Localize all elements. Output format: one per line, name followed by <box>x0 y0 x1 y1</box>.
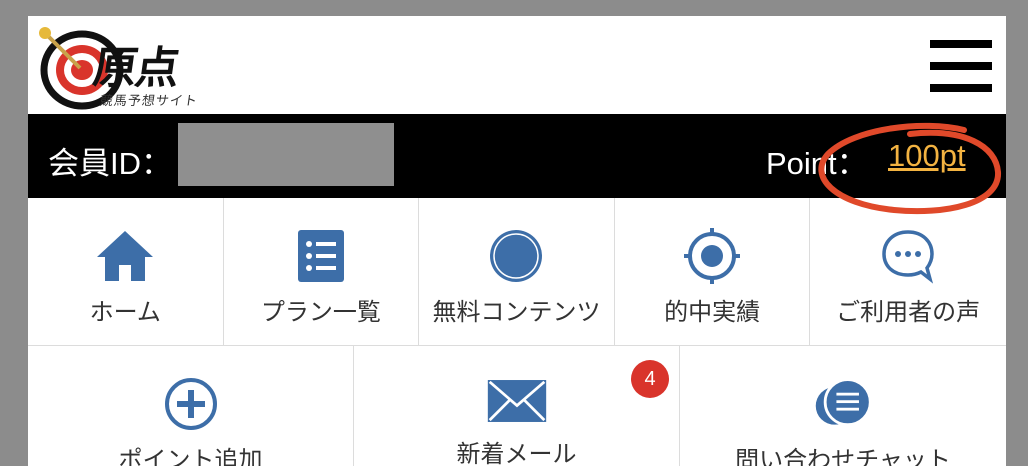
badge-circle-icon <box>485 228 547 284</box>
member-bar: 会員ID： Point： 100pt <box>28 114 1006 198</box>
nav-label: 無料コンテンツ <box>432 298 601 326</box>
nav-label: ご利用者の声 <box>836 298 981 326</box>
chat-bubble-icon <box>877 228 939 284</box>
point-value-link[interactable]: 100pt <box>888 138 966 174</box>
nav-item-free-content[interactable]: 無料コンテンツ <box>419 198 615 345</box>
mail-icon <box>486 376 548 426</box>
logo-text: 原点 <box>89 43 181 94</box>
unread-badge: 4 <box>631 360 669 398</box>
nav-label: ポイント追加 <box>118 446 263 466</box>
nav-row-primary: ホーム プラン一覧 無料コンテンツ 的中実績 ご利用者の声 <box>28 198 1006 346</box>
nav-item-testimonials[interactable]: ご利用者の声 <box>810 198 1006 345</box>
chat-lines-icon <box>812 376 874 432</box>
target-icon <box>681 228 743 284</box>
nav-row-secondary: ポイント追加 4 新着メール 問い合わせチャット <box>28 346 1006 466</box>
app-frame: 原点 競馬予想サイト 会員ID： Point： 100pt ホーム プラン一覧 … <box>28 16 1006 466</box>
nav-item-add-points[interactable]: ポイント追加 <box>28 346 354 466</box>
nav-item-home[interactable]: ホーム <box>28 198 224 345</box>
site-logo[interactable]: 原点 競馬予想サイト <box>36 22 216 110</box>
nav-item-plans[interactable]: プラン一覧 <box>224 198 420 345</box>
nav-label: 新着メール <box>456 440 577 466</box>
nav-label: 的中実績 <box>664 298 761 326</box>
hamburger-menu-icon[interactable] <box>930 40 992 92</box>
nav-item-results[interactable]: 的中実績 <box>615 198 811 345</box>
member-id-label: 会員ID： <box>48 146 172 181</box>
plus-circle-icon <box>160 376 222 432</box>
point-label: Point： <box>766 146 868 181</box>
nav-label: ホーム <box>89 298 161 326</box>
site-header: 原点 競馬予想サイト <box>28 16 1006 114</box>
list-icon <box>290 228 352 284</box>
member-id-redacted <box>178 123 394 186</box>
nav-label: プラン一覧 <box>260 298 381 326</box>
logo-subtext: 競馬予想サイト <box>98 94 199 109</box>
nav-item-contact-chat[interactable]: 問い合わせチャット <box>680 346 1006 466</box>
nav-item-new-mail[interactable]: 4 新着メール <box>354 346 680 466</box>
nav-label: 問い合わせチャット <box>735 446 951 466</box>
home-icon <box>94 228 156 284</box>
